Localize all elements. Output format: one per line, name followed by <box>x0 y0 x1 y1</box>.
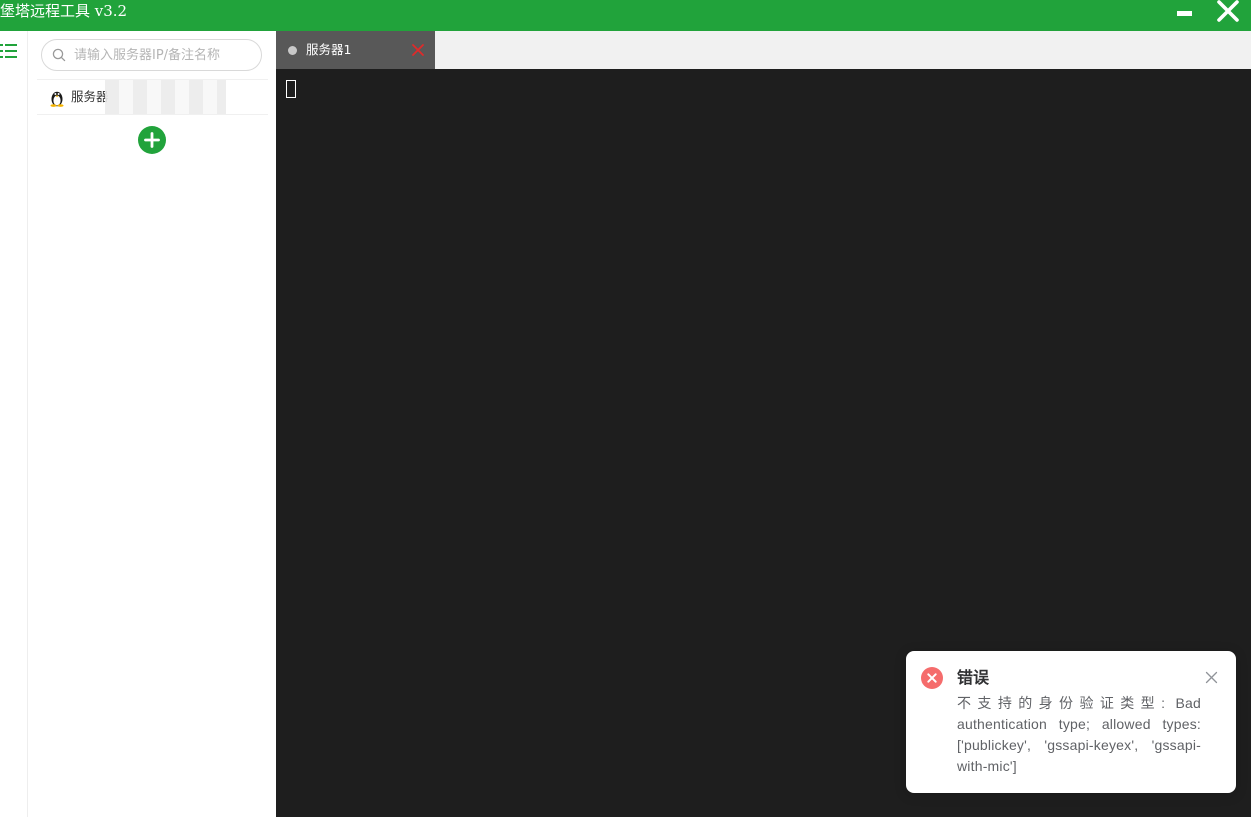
search-icon <box>52 48 66 62</box>
plus-icon <box>144 132 160 148</box>
left-rail <box>0 31 28 817</box>
error-notification: 错误 不支持的身份验证类型: Bad authentication type; … <box>906 651 1236 793</box>
close-icon <box>1217 0 1239 22</box>
minimize-button[interactable] <box>1170 0 1200 30</box>
connection-status-dot <box>288 46 297 55</box>
minimize-icon <box>1177 11 1192 16</box>
tab-server1[interactable]: 服务器1 <box>276 31 435 69</box>
tab-label: 服务器1 <box>306 42 352 57</box>
server-sidebar: 服务器 <box>28 31 276 817</box>
notification-message: 不支持的身份验证类型: Bad authentication type; all… <box>957 695 1201 774</box>
server-name: 服务器 <box>71 89 109 104</box>
search-box <box>41 39 262 71</box>
notification-close-icon[interactable] <box>1205 671 1218 684</box>
terminal-tab-bar: 服务器1 <box>276 31 1251 69</box>
menu-list-icon[interactable] <box>0 43 18 59</box>
search-input[interactable] <box>72 44 252 66</box>
add-server-button[interactable] <box>138 126 166 154</box>
tab-close-icon[interactable] <box>411 43 425 57</box>
notification-title: 错误 <box>957 668 990 687</box>
app-title: 堡塔远程工具 v3.2 <box>0 2 128 20</box>
terminal-cursor <box>286 80 296 98</box>
server-list-item[interactable]: 服务器 <box>37 79 268 115</box>
redacted-server-address <box>105 80 226 114</box>
linux-tux-icon <box>50 91 64 107</box>
error-icon <box>921 667 943 689</box>
close-window-button[interactable] <box>1213 0 1243 30</box>
title-bar: 堡塔远程工具 v3.2 <box>0 0 1251 31</box>
